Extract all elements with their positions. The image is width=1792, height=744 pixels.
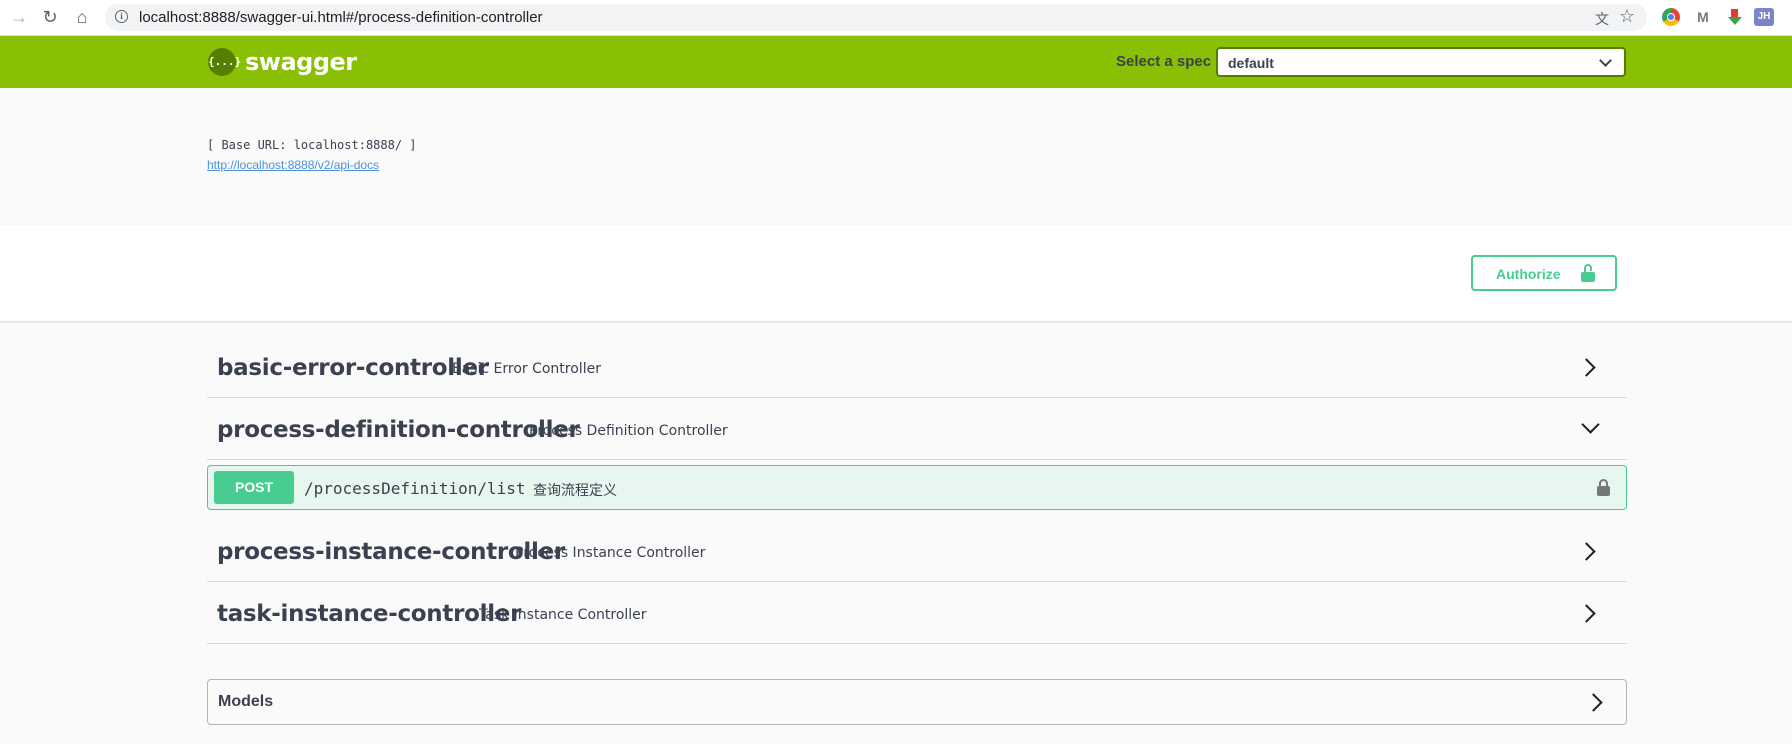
tag-name[interactable]: task-instance-controller bbox=[217, 601, 521, 627]
chevron-down-icon[interactable] bbox=[1581, 415, 1600, 434]
tag-name[interactable]: process-definition-controller bbox=[217, 417, 580, 443]
tag-description: Process Instance Controller bbox=[515, 545, 706, 561]
operation-summary: 查询流程定义 bbox=[533, 482, 617, 498]
api-info: [ Base URL: localhost:8888/ ] http://loc… bbox=[0, 88, 1792, 225]
select-spec-label: Select a spec bbox=[1116, 53, 1212, 70]
tag-name[interactable]: basic-error-controller bbox=[217, 355, 489, 381]
download-extension-icon[interactable] bbox=[1726, 8, 1744, 26]
tag-description: Basic Error Controller bbox=[452, 361, 601, 377]
spec-select[interactable]: default bbox=[1216, 47, 1626, 77]
tag-process-instance-controller[interactable]: process-instance-controller Process Inst… bbox=[207, 521, 1627, 582]
method-badge: POST bbox=[214, 471, 294, 504]
bookmark-star-icon[interactable]: ☆ bbox=[1619, 6, 1635, 27]
chevron-right-icon[interactable] bbox=[1577, 542, 1596, 561]
translate-icon[interactable]: 文 bbox=[1595, 9, 1609, 29]
swagger-logo-icon[interactable]: {...} bbox=[208, 48, 241, 76]
chevron-right-icon[interactable] bbox=[1577, 604, 1596, 623]
chevron-down-icon bbox=[1599, 54, 1612, 67]
reload-icon[interactable]: ↻ bbox=[39, 6, 61, 28]
address-bar[interactable]: i localhost:8888/swagger-ui.html#/proces… bbox=[105, 4, 1647, 31]
home-icon[interactable]: ⌂ bbox=[71, 6, 93, 28]
base-url: [ Base URL: localhost:8888/ ] bbox=[207, 138, 417, 152]
tag-description: Task Instance Controller bbox=[479, 607, 647, 623]
operation-post-process-definition-list[interactable]: POST /processDefinition/list 查询流程定义 bbox=[207, 465, 1627, 510]
back-arrow-icon[interactable]: → bbox=[8, 6, 30, 28]
tag-name[interactable]: process-instance-controller bbox=[217, 539, 565, 565]
spec-select-value: default bbox=[1228, 55, 1274, 71]
tag-task-instance-controller[interactable]: task-instance-controller Task Instance C… bbox=[207, 583, 1627, 644]
models-section[interactable]: Models bbox=[207, 679, 1627, 725]
models-label: Models bbox=[218, 693, 274, 710]
tag-description: Process Definition Controller bbox=[529, 423, 728, 439]
chrome-extension-icon[interactable] bbox=[1662, 8, 1680, 26]
authorize-button[interactable]: Authorize bbox=[1471, 255, 1617, 291]
lock-icon[interactable] bbox=[1597, 479, 1610, 496]
browser-toolbar: → ↻ ⌂ i localhost:8888/swagger-ui.html#/… bbox=[0, 0, 1792, 36]
tag-process-definition-controller[interactable]: process-definition-controller Process De… bbox=[207, 399, 1627, 460]
operation-path: /processDefinition/list bbox=[304, 479, 526, 498]
site-info-icon[interactable]: i bbox=[115, 10, 128, 23]
mail-extension-icon[interactable]: M bbox=[1694, 8, 1712, 26]
jh-extension-icon[interactable]: JH bbox=[1754, 8, 1774, 26]
swagger-logo-text[interactable]: swagger bbox=[245, 48, 357, 76]
unlock-icon bbox=[1581, 264, 1595, 282]
scheme-container: Authorize bbox=[0, 225, 1792, 321]
tag-basic-error-controller[interactable]: basic-error-controller Basic Error Contr… bbox=[207, 337, 1627, 398]
swagger-topbar: {...} swagger Select a spec default bbox=[0, 36, 1792, 88]
api-docs-link[interactable]: http://localhost:8888/v2/api-docs bbox=[207, 158, 379, 172]
chevron-right-icon[interactable] bbox=[1584, 693, 1603, 712]
chevron-right-icon[interactable] bbox=[1577, 358, 1596, 377]
address-url[interactable]: localhost:8888/swagger-ui.html#/process-… bbox=[139, 9, 543, 26]
authorize-label: Authorize bbox=[1496, 266, 1561, 282]
